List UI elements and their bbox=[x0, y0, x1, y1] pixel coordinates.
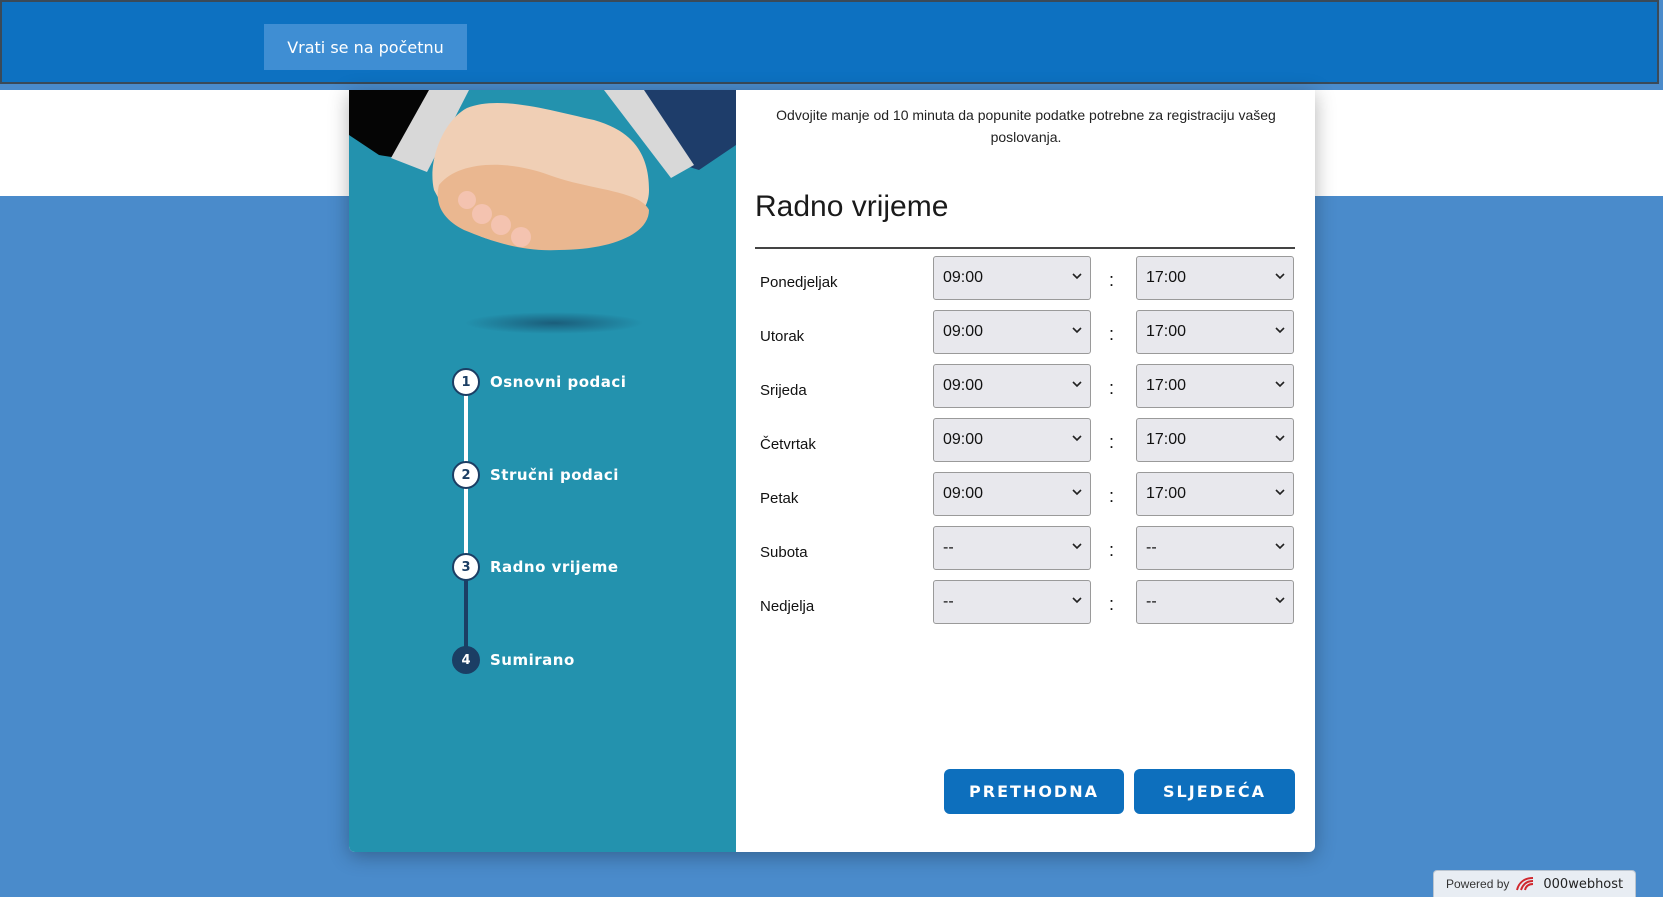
chevron-down-icon bbox=[1072, 435, 1082, 442]
start-time-select[interactable]: 09:00 bbox=[933, 364, 1091, 408]
chevron-down-icon bbox=[1275, 543, 1285, 550]
start-time-select[interactable]: 09:00 bbox=[933, 310, 1091, 354]
start-time-select[interactable]: 09:00 bbox=[933, 418, 1091, 462]
top-navbar: Vrati se na početnu bbox=[0, 0, 1659, 84]
time-separator: : bbox=[1109, 378, 1115, 398]
step-1-number: 1 bbox=[452, 368, 480, 396]
registration-card: 1 Osnovni podaci 2 Stručni podaci 3 Radn… bbox=[349, 90, 1315, 852]
progress-panel: 1 Osnovni podaci 2 Stručni podaci 3 Radn… bbox=[349, 90, 736, 852]
end-time-value: 17:00 bbox=[1146, 269, 1187, 286]
end-time-value: 17:00 bbox=[1146, 431, 1187, 448]
step-4-label: Sumirano bbox=[490, 651, 575, 669]
powered-by-text: Powered by bbox=[1446, 877, 1510, 891]
end-time-select[interactable]: 17:00 bbox=[1136, 310, 1294, 354]
start-time-select[interactable]: 09:00 bbox=[933, 472, 1091, 516]
start-time-value: -- bbox=[943, 593, 954, 610]
chevron-down-icon bbox=[1275, 327, 1285, 334]
start-time-value: 09:00 bbox=[943, 377, 984, 394]
end-time-select[interactable]: 17:00 bbox=[1136, 256, 1294, 300]
schedule-row: Utorak 09:00: 17:00 bbox=[736, 310, 1315, 354]
end-time-value: -- bbox=[1146, 539, 1157, 556]
time-separator: : bbox=[1109, 432, 1115, 452]
000webhost-logo-icon bbox=[1516, 877, 1534, 891]
chevron-down-icon bbox=[1275, 597, 1285, 604]
schedule-row: Srijeda 09:00: 17:00 bbox=[736, 364, 1315, 408]
step-3-label: Radno vrijeme bbox=[490, 558, 619, 576]
day-label: Ponedjeljak bbox=[760, 274, 838, 291]
time-separator: : bbox=[1109, 540, 1115, 560]
end-time-select[interactable]: -- bbox=[1136, 526, 1294, 570]
intro-text: Odvojite manje od 10 minuta da popunite … bbox=[776, 107, 1276, 145]
end-time-value: 17:00 bbox=[1146, 323, 1187, 340]
next-button[interactable]: SLJEDEĆA bbox=[1134, 769, 1295, 814]
step-connector bbox=[464, 480, 468, 564]
step-2-number: 2 bbox=[452, 461, 480, 489]
title-divider bbox=[755, 247, 1295, 249]
step-3-number: 3 bbox=[452, 553, 480, 581]
chevron-down-icon bbox=[1275, 273, 1285, 280]
start-time-value: 09:00 bbox=[943, 323, 984, 340]
start-time-value: -- bbox=[943, 539, 954, 556]
step-connector bbox=[464, 388, 468, 472]
day-label: Četvrtak bbox=[760, 436, 816, 453]
schedule-row: Subota --: -- bbox=[736, 526, 1315, 570]
step-connector bbox=[464, 572, 468, 656]
chevron-down-icon bbox=[1072, 489, 1082, 496]
back-to-home-button[interactable]: Vrati se na početnu bbox=[264, 24, 467, 70]
step-1-label: Osnovni podaci bbox=[490, 373, 627, 391]
chevron-down-icon bbox=[1275, 381, 1285, 388]
schedule-row: Nedjelja --: -- bbox=[736, 580, 1315, 624]
end-time-value: 17:00 bbox=[1146, 485, 1187, 502]
schedule-row: Ponedjeljak 09:00: 17:00 bbox=[736, 256, 1315, 300]
step-4-number: 4 bbox=[452, 646, 480, 674]
start-time-value: 09:00 bbox=[943, 431, 984, 448]
time-separator: : bbox=[1109, 486, 1115, 506]
day-label: Nedjelja bbox=[760, 598, 815, 615]
day-label: Petak bbox=[760, 490, 799, 507]
day-label: Srijeda bbox=[760, 382, 807, 399]
progress-steps: 1 Osnovni podaci 2 Stručni podaci 3 Radn… bbox=[349, 90, 736, 852]
end-time-value: -- bbox=[1146, 593, 1157, 610]
step-2-label: Stručni podaci bbox=[490, 466, 619, 484]
chevron-down-icon bbox=[1072, 273, 1082, 280]
powered-by-badge[interactable]: Powered by 000webhost bbox=[1433, 870, 1636, 897]
schedule-row: Petak 09:00: 17:00 bbox=[736, 472, 1315, 516]
day-label: Utorak bbox=[760, 328, 805, 345]
end-time-select[interactable]: 17:00 bbox=[1136, 418, 1294, 462]
start-time-value: 09:00 bbox=[943, 269, 984, 286]
end-time-select[interactable]: 17:00 bbox=[1136, 472, 1294, 516]
time-separator: : bbox=[1109, 594, 1115, 614]
chevron-down-icon bbox=[1072, 543, 1082, 550]
end-time-select[interactable]: 17:00 bbox=[1136, 364, 1294, 408]
brand-name: 000webhost bbox=[1543, 876, 1624, 892]
start-time-select[interactable]: -- bbox=[933, 580, 1091, 624]
schedule-row: Četvrtak 09:00: 17:00 bbox=[736, 418, 1315, 462]
day-label: Subota bbox=[760, 544, 808, 561]
chevron-down-icon bbox=[1072, 327, 1082, 334]
start-time-select[interactable]: -- bbox=[933, 526, 1091, 570]
time-separator: : bbox=[1109, 324, 1115, 344]
start-time-select[interactable]: 09:00 bbox=[933, 256, 1091, 300]
chevron-down-icon bbox=[1072, 597, 1082, 604]
chevron-down-icon bbox=[1072, 381, 1082, 388]
form-panel: Odvojite manje od 10 minuta da popunite … bbox=[736, 90, 1315, 852]
time-separator: : bbox=[1109, 270, 1115, 290]
chevron-down-icon bbox=[1275, 489, 1285, 496]
previous-button[interactable]: PRETHODNA bbox=[944, 769, 1124, 814]
end-time-value: 17:00 bbox=[1146, 377, 1187, 394]
chevron-down-icon bbox=[1275, 435, 1285, 442]
end-time-select[interactable]: -- bbox=[1136, 580, 1294, 624]
section-title: Radno vrijeme bbox=[755, 190, 949, 223]
start-time-value: 09:00 bbox=[943, 485, 984, 502]
